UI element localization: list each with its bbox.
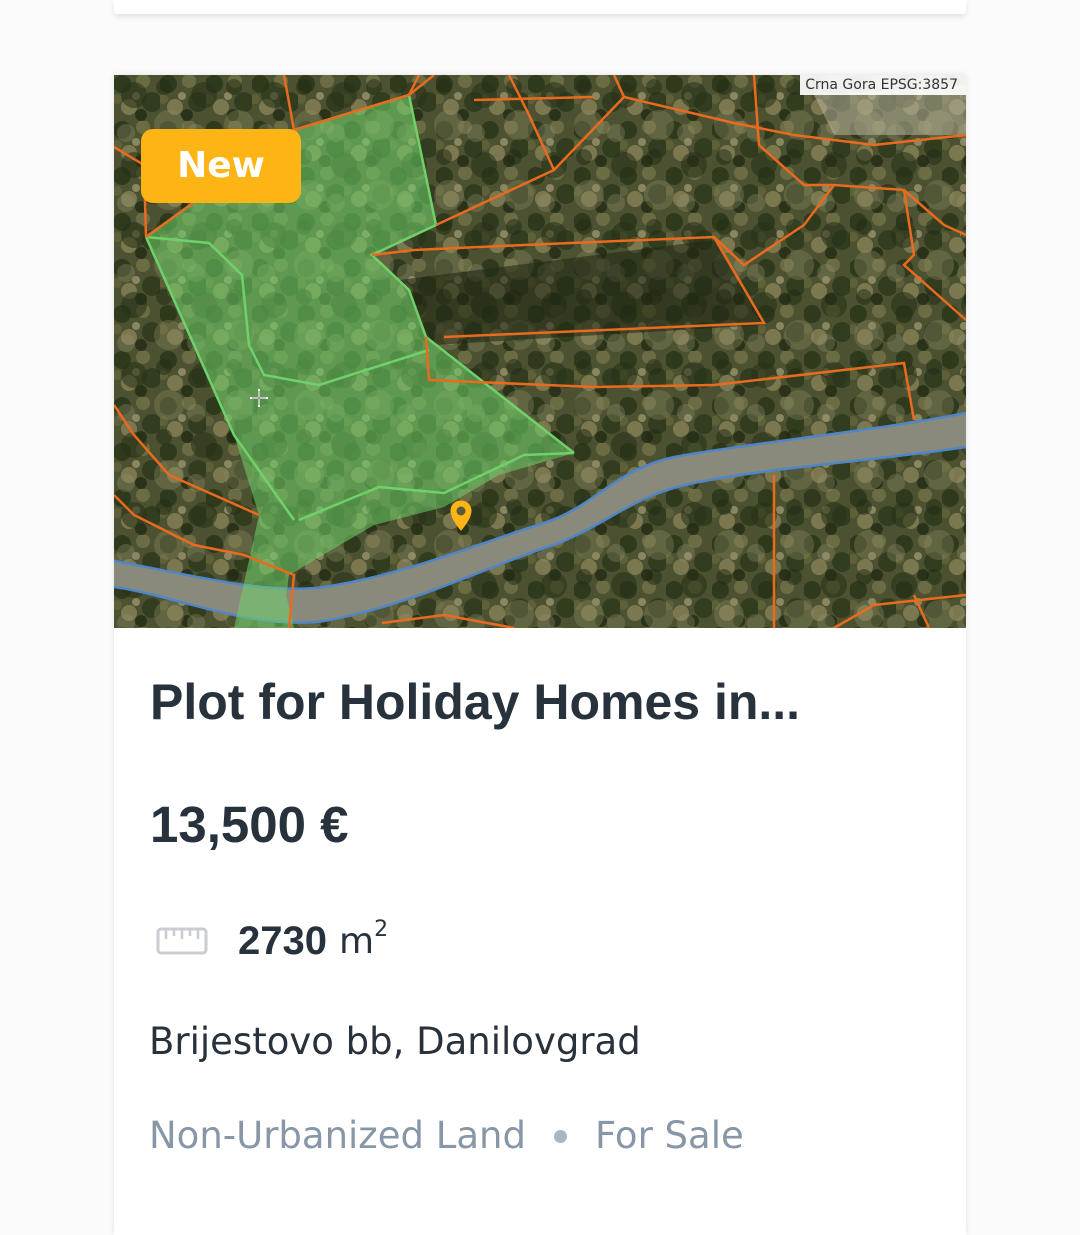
previous-listing-card-edge[interactable] [114, 0, 966, 14]
separator-dot [553, 1129, 567, 1143]
listing-title[interactable]: Plot for Holiday Homes in... [150, 671, 940, 733]
listing-address: Brijestovo bb, Danilovgrad [149, 1020, 641, 1063]
area-unit-exponent: 2 [374, 916, 389, 942]
listing-area: 2730 m2 [156, 913, 388, 969]
ruler-icon [156, 927, 208, 955]
land-type-label: Non-Urbanized Land [149, 1114, 526, 1157]
crosshair-icon [250, 389, 268, 407]
listing-meta: Non-Urbanized Land For Sale [149, 1110, 744, 1162]
listing-map-thumbnail[interactable]: Crna Gora EPSG:3857 New [114, 75, 966, 628]
area-value: 2730 [238, 918, 327, 963]
area-unit-base: m [338, 920, 375, 962]
listing-card[interactable]: Crna Gora EPSG:3857 New Plot for Holiday… [114, 75, 966, 1235]
area-unit: m2 [338, 917, 388, 962]
new-badge: New [141, 129, 301, 203]
location-pin-icon[interactable] [449, 499, 473, 533]
map-attribution: Crna Gora EPSG:3857 [800, 75, 966, 95]
listing-price: 13,500 € [150, 796, 349, 853]
offer-type-label: For Sale [594, 1114, 744, 1157]
